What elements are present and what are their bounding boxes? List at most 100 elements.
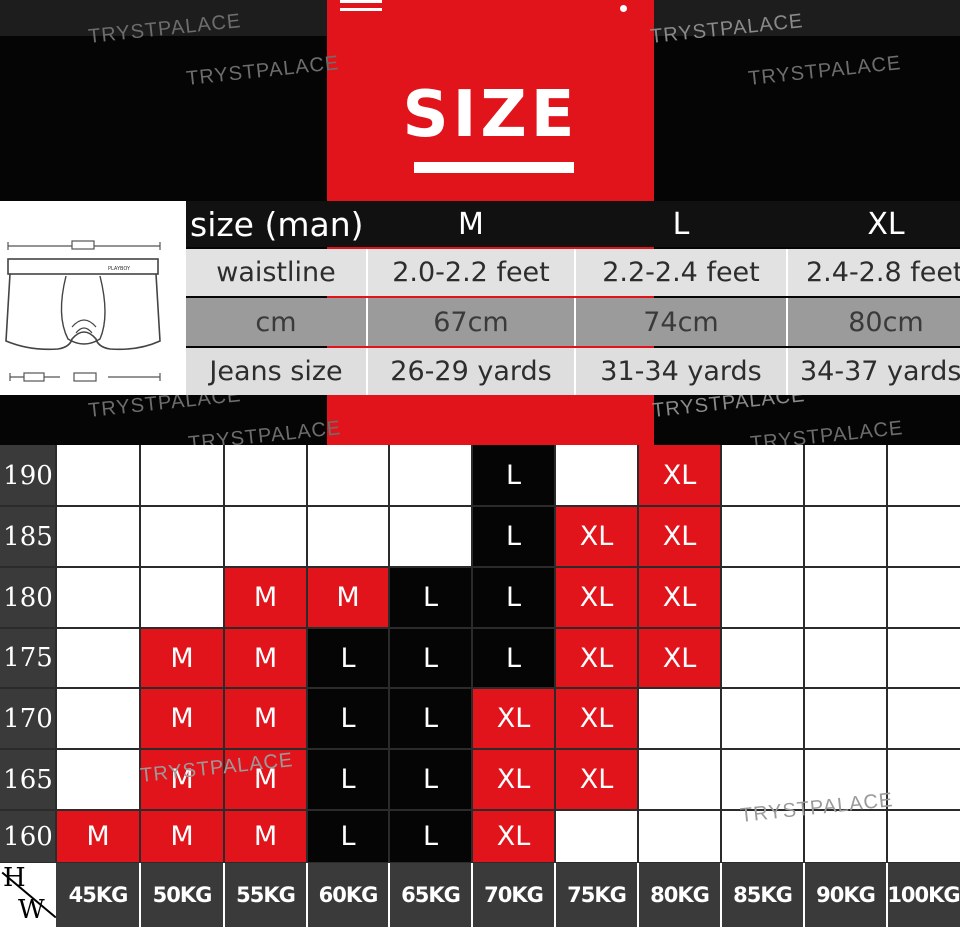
grid-line: [471, 445, 473, 927]
size-cell-xl: XL: [638, 567, 721, 628]
weight-label: 70KG: [484, 883, 544, 907]
table-cell: 2.0-2.2 feet: [368, 249, 574, 296]
weight-label: 100KG: [887, 883, 960, 907]
table-cell: 26-29 yards: [368, 348, 574, 395]
size-cell-m: M: [56, 810, 140, 863]
size-cell-m: M: [140, 628, 224, 688]
size-cell-l: L: [307, 628, 389, 688]
title-underline: [414, 162, 574, 173]
watermark: TRYSTPALACE: [739, 789, 895, 827]
size-table: size (man) M L XL waistline 2.0-2.2 feet…: [186, 201, 960, 395]
weight-label: 45KG: [68, 883, 129, 907]
size-cell-xl: XL: [555, 628, 638, 688]
weight-row: 45KG 50KG 55KG 60KG 65KG 70KG 75KG 80KG 85KG 90KG…: [0, 863, 960, 927]
size-cell-l: L: [389, 688, 472, 749]
size-cell-xl: XL: [555, 506, 638, 567]
size-cell-l: L: [389, 749, 472, 810]
size-cell-l: L: [472, 445, 555, 506]
weight-divider: [886, 863, 888, 927]
grid-line: [0, 566, 960, 568]
size-cell-l: L: [307, 749, 389, 810]
weight-divider: [471, 863, 473, 927]
corner-w: W: [18, 895, 45, 925]
size-cell-l: L: [389, 810, 472, 863]
header-cell: XL: [867, 206, 905, 242]
weight-label: 55KG: [236, 883, 296, 907]
product-brand-label: PLAYBOY: [108, 266, 131, 272]
weight-divider: [223, 863, 225, 927]
weight-label: 80KG: [650, 883, 710, 907]
grid-line: [139, 445, 141, 927]
height-label: 160: [0, 810, 56, 863]
corner-h: H: [3, 863, 26, 893]
grid-line: [637, 445, 639, 927]
size-cell-xl: XL: [555, 749, 638, 810]
size-cell-xl: XL: [472, 749, 555, 810]
size-cell-l: L: [472, 628, 555, 688]
size-cell-xl: XL: [638, 506, 721, 567]
height-label: 165: [0, 749, 56, 810]
table-cell: 2.4-2.8 feet: [788, 249, 960, 296]
menu-icon[interactable]: [340, 0, 382, 14]
grid-line: [0, 748, 960, 750]
grid-line: [388, 445, 390, 927]
table-cell: 80cm: [788, 298, 960, 346]
grid-line: [0, 687, 960, 689]
size-cell-l: L: [472, 506, 555, 567]
size-cell-m: M: [224, 567, 307, 628]
size-cell-m: M: [140, 688, 224, 749]
height-label: 180: [0, 567, 56, 628]
size-cell-m: M: [224, 810, 307, 863]
header-cell: M: [458, 206, 484, 242]
table-row: waistline 2.0-2.2 feet 2.2-2.4 feet 2.4-…: [186, 249, 960, 296]
size-cell-xl: XL: [555, 688, 638, 749]
underwear-icon: PLAYBOY: [5, 240, 161, 382]
size-cell-l: L: [307, 810, 389, 863]
height-label: 190: [0, 445, 56, 506]
weight-divider: [388, 863, 390, 927]
table-cell: 2.2-2.4 feet: [576, 249, 786, 296]
dot-icon: [620, 5, 627, 12]
product-illustration: PLAYBOY: [0, 201, 186, 395]
table-row: cm 67cm 74cm 80cm: [186, 298, 960, 346]
grid-line: [55, 445, 57, 927]
weight-divider: [554, 863, 556, 927]
grid-line: [0, 627, 960, 629]
size-cell-m: M: [224, 628, 307, 688]
size-cell-xl: XL: [472, 688, 555, 749]
size-cell-m: M: [224, 688, 307, 749]
size-table-header: size (man) M L XL: [186, 201, 960, 247]
table-row: Jeans size 26-29 yards 31-34 yards 34-37…: [186, 348, 960, 395]
table-cell: 31-34 yards: [576, 348, 786, 395]
size-cell-xl: XL: [638, 445, 721, 506]
height-label: 175: [0, 628, 56, 688]
weight-label: 85KG: [733, 883, 793, 907]
height-weight-grid: L XL L XL XL M M L L XL XL M M L L L XL XL M M L L XL XL M M L L XL X…: [0, 445, 960, 927]
size-cell-m: M: [307, 567, 389, 628]
weight-divider: [637, 863, 639, 927]
weight-divider: [306, 863, 308, 927]
weight-label: 75KG: [567, 883, 627, 907]
size-cell-m: M: [140, 810, 224, 863]
size-cell-l: L: [389, 567, 472, 628]
size-cell-l: L: [472, 567, 555, 628]
grid-line: [223, 445, 225, 927]
grid-line: [306, 445, 308, 927]
row-label: cm: [186, 298, 366, 346]
header-cell: size (man): [190, 204, 364, 244]
size-cell-xl: XL: [638, 628, 721, 688]
weight-divider: [720, 863, 722, 927]
height-label: 185: [0, 506, 56, 567]
row-label: waistline: [186, 249, 366, 296]
weight-label: 65KG: [401, 883, 461, 907]
table-cell: 34-37 yards: [788, 348, 960, 395]
size-cell-xl: XL: [472, 810, 555, 863]
size-cell-l: L: [389, 628, 472, 688]
page-title: SIZE: [402, 78, 579, 152]
grid-line: [886, 445, 888, 927]
grid-line: [0, 505, 960, 507]
table-cell: 67cm: [368, 298, 574, 346]
weight-label: 60KG: [318, 883, 379, 907]
header-cell: L: [672, 206, 690, 242]
table-cell: 74cm: [576, 298, 786, 346]
